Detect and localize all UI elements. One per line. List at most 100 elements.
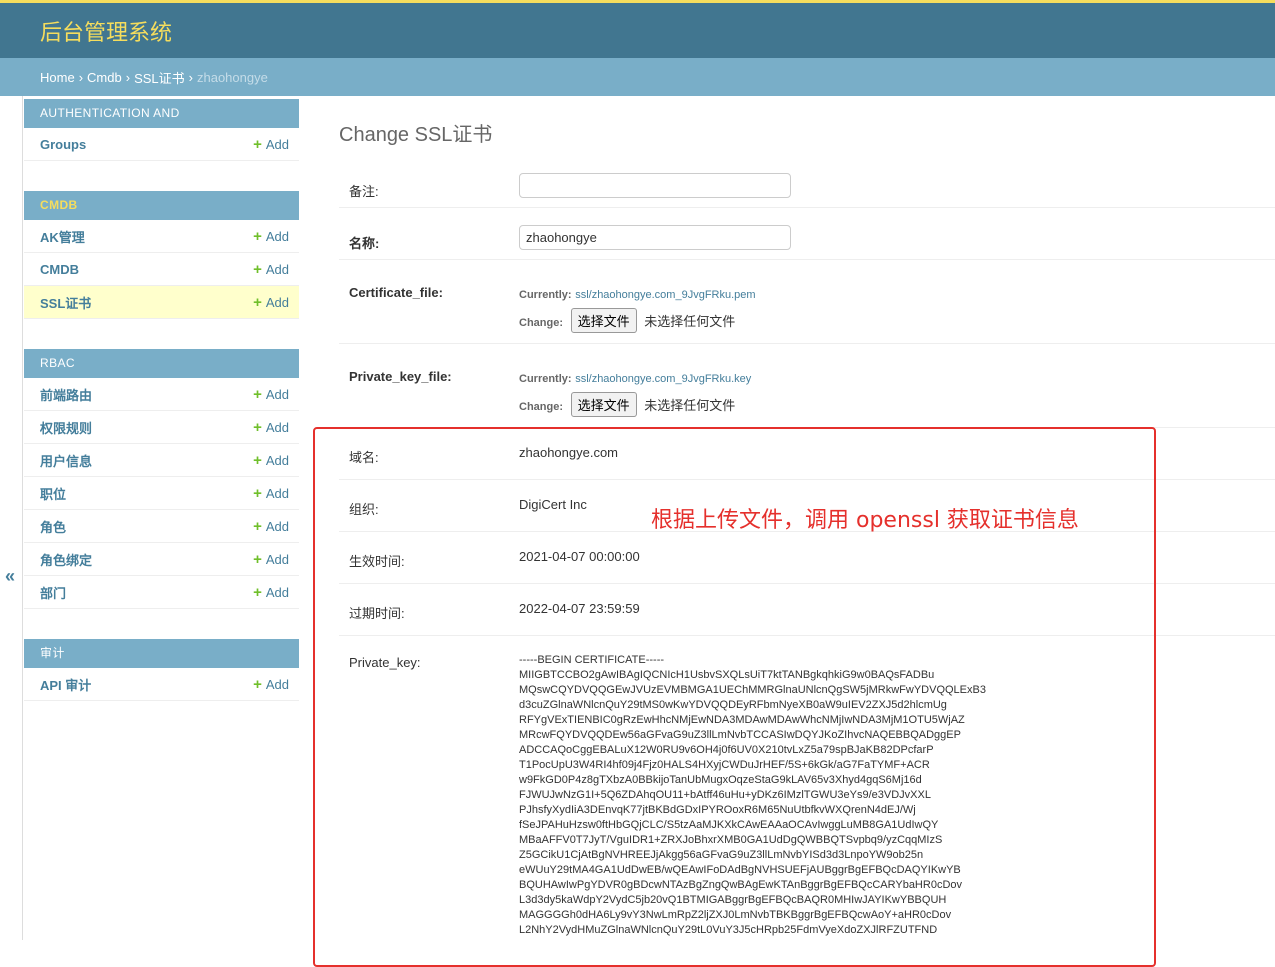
module-title[interactable]: CMDB [24,191,299,220]
file-change: Change: 选择文件 未选择任何文件 [519,308,735,333]
no-file-text: 未选择任何文件 [644,398,736,413]
plus-icon: + [253,675,262,693]
sidebar-item-cmdb: CMDB + Add [24,253,299,286]
module-rbac: RBAC 前端路由 + Add 权限规则 + Add 用户信息 + Add 职位 + A… [24,349,299,609]
private-key-content: -----BEGIN CERTIFICATE----- MIIGBTCCBO2gA… [519,653,986,938]
private-key-line: Z5GCikU1CjAtBgNVHREEJjAkgg56aGFvaG9uZ3ll… [519,849,924,861]
field-label: 备注: [349,184,379,199]
private-key-line: MQswCQYDVQQGEwJVUzEVMBMGA1UEChMMRGlnaUNl… [519,684,986,696]
sidebar-item-label[interactable]: AK管理 [40,227,85,246]
sidebar-item-label[interactable]: Groups [40,137,86,152]
add-link[interactable]: + Add [253,676,289,693]
change-form: 备注: 名称: Certificate_file: Currently: ssl… [339,156,1275,956]
plus-icon: + [253,135,262,153]
remark-input[interactable] [519,173,791,198]
currently-label: Currently: [519,373,572,385]
breadcrumb-model[interactable]: SSL证书 [134,68,185,87]
breadcrumb-separator: › [125,69,131,85]
sidebar-item-ak: AK管理 + Add [24,220,299,253]
add-link[interactable]: + Add [253,485,289,502]
plus-icon: + [253,385,262,403]
sidebar-item-label[interactable]: API 审计 [40,675,91,694]
choose-file-button[interactable]: 选择文件 [570,392,637,417]
add-link[interactable]: + Add [253,294,289,311]
add-link[interactable]: + Add [253,261,289,278]
breadcrumb: Home › Cmdb › SSL证书 › zhaohongye [0,58,1275,96]
add-link[interactable]: + Add [253,136,289,153]
form-row-private-key: Private_key: -----BEGIN CERTIFICATE-----… [339,636,1275,956]
choose-file-button[interactable]: 选择文件 [570,308,637,333]
add-link[interactable]: + Add [253,518,289,535]
plus-icon: + [253,260,262,278]
plus-icon: + [253,550,262,568]
change-label: Change: [519,317,563,329]
plus-icon: + [253,227,262,245]
field-label: 生效时间: [349,554,405,569]
top-header: 后台管理系统 [0,0,1275,58]
sidebar-item-label[interactable]: CMDB [40,262,79,277]
currently-label: Currently: [519,289,572,301]
add-link[interactable]: + Add [253,419,289,436]
field-label: 名称: [349,236,380,251]
field-label: 域名: [349,450,379,465]
annotation-text: 根据上传文件，调用 openssl 获取证书信息 [651,508,1079,533]
sidebar-item-permissions: 权限规则 + Add [24,411,299,444]
field-label: Certificate_file: [349,285,443,300]
add-link[interactable]: + Add [253,452,289,469]
sidebar-item-routes: 前端路由 + Add [24,378,299,411]
file-current: Currently: ssl/zhaohongye.com_9JvgFRku.k… [519,370,751,385]
private-key-line: d3cuZGlnaWNlcnQuY29tMS0wKwYDVQQDEyRFbmNy… [519,699,947,711]
domain-value: zhaohongye.com [519,445,619,460]
breadcrumb-separator: › [78,69,84,85]
private-key-file-link[interactable]: ssl/zhaohongye.com_9JvgFRku.key [575,373,751,385]
private-key-line: FJWUJwNzG1I+5Q6ZDAhqOU11+bAtff46uHu+yDKz… [519,789,931,801]
breadcrumb-separator: › [188,69,193,85]
collapse-sidebar-icon[interactable]: « [5,566,15,587]
start-time-value: 2021-04-07 00:00:00 [519,549,640,564]
module-title[interactable]: RBAC [24,349,299,378]
add-link[interactable]: + Add [253,551,289,568]
add-link[interactable]: + Add [253,228,289,245]
sidebar-item-label[interactable]: 职位 [40,484,66,503]
site-brand[interactable]: 后台管理系统 [40,15,172,47]
name-input[interactable] [519,225,791,250]
private-key-line: ADCCAQoCggEBALuX12W0RU9v6OH4j0f6UV0X210t… [519,744,934,756]
file-change: Change: 选择文件 未选择任何文件 [519,392,735,417]
sidebar-item-label[interactable]: 角色绑定 [40,550,92,569]
module-auth: AUTHENTICATION AND AUTHORIZATION Groups … [24,99,299,161]
breadcrumb-home[interactable]: Home [40,70,75,85]
form-row-domain: 域名: zhaohongye.com [339,428,1275,480]
module-cmdb: CMDB AK管理 + Add CMDB + Add SSL证书 + Add [24,191,299,319]
plus-icon: + [253,583,262,601]
field-label: 过期时间: [349,606,405,621]
sidebar-item-label[interactable]: 角色 [40,517,66,536]
plus-icon: + [253,517,262,535]
sidebar-item-label[interactable]: 用户信息 [40,451,92,470]
page-title: Change SSL证书 [339,124,493,146]
sidebar-item-label[interactable]: 前端路由 [40,385,92,404]
private-key-line: BQUHAwIwPgYDVR0gBDcwNTAzBgZngQwBAgEwKTAn… [519,879,963,891]
form-row-name: 名称: [339,208,1275,260]
sidebar-item-api-audit: API 审计 + Add [24,668,299,701]
form-row-remark: 备注: [339,156,1275,208]
plus-icon: + [253,451,262,469]
add-link[interactable]: + Add [253,386,289,403]
change-label: Change: [519,401,563,413]
sidebar-item-label[interactable]: SSL证书 [40,293,91,312]
form-row-end-time: 过期时间: 2022-04-07 23:59:59 [339,584,1275,636]
plus-icon: + [253,418,262,436]
breadcrumb-app[interactable]: Cmdb [87,70,122,85]
private-key-line: RFYgVExTIENBIC0gRzEwHhcNMjEwNDA3MDAwMDAw… [519,714,965,726]
private-key-line: eWUuY29tMA4GA1UdDwEB/wQEAwIFoDAdBgNVHSUE… [519,864,961,876]
sidebar-item-label[interactable]: 权限规则 [40,418,92,437]
private-key-line: MBaAFFV0T7JyT/VguIDR1+ZRXJoBhxrXMB0GA1Ud… [519,834,943,846]
module-title[interactable]: 审计 [24,639,299,668]
field-label: 组织: [349,502,379,517]
sidebar-item-roles: 角色 + Add [24,510,299,543]
module-title[interactable]: AUTHENTICATION AND AUTHORIZATION [24,99,299,149]
certificate-file-link[interactable]: ssl/zhaohongye.com_9JvgFRku.pem [575,289,755,301]
add-link[interactable]: + Add [253,584,289,601]
sidebar-item-label[interactable]: 部门 [40,583,66,602]
private-key-line: MAGGGGh0dHA6Ly9vY3NwLmRpZ2ljZXJ0LmNvbTBK… [519,909,952,921]
sidebar-item-ssl: SSL证书 + Add [24,286,299,319]
